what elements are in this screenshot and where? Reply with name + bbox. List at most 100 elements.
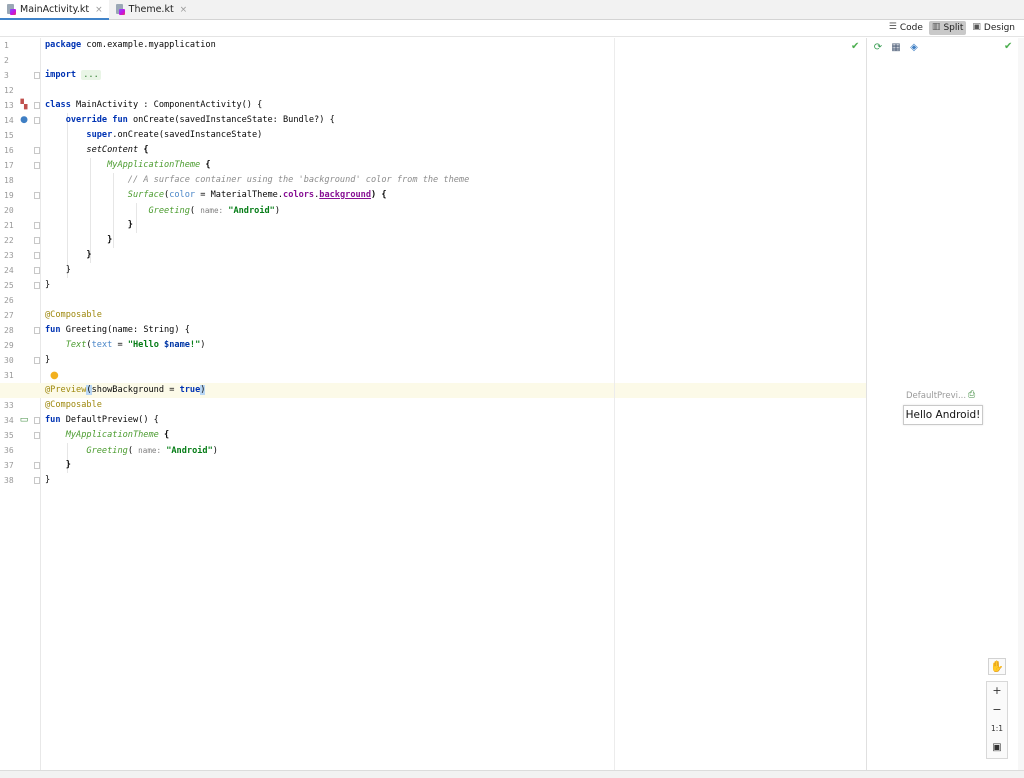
fold-marker[interactable]	[34, 117, 40, 124]
fold-marker[interactable]	[34, 147, 40, 154]
hand-icon[interactable]: ✋	[988, 658, 1006, 675]
code-line: MyApplicationTheme {	[65, 430, 170, 440]
split-mode-label: Split	[943, 22, 964, 33]
line-number: 18	[4, 176, 14, 185]
tab-label: Theme.kt	[128, 4, 174, 15]
code-mode-button[interactable]: ☰ Code	[886, 21, 926, 35]
close-icon[interactable]: ×	[95, 5, 103, 15]
code-line: }	[45, 355, 51, 365]
code-line: @Composable	[45, 310, 102, 320]
zoom-in-button[interactable]: +	[987, 682, 1007, 700]
line-number: 17	[4, 161, 14, 170]
line-number: 33	[4, 401, 14, 410]
folded-imports[interactable]: ...	[81, 70, 101, 80]
fold-marker[interactable]	[34, 252, 40, 259]
fold-marker[interactable]	[34, 327, 40, 334]
refresh-icon[interactable]: ⟳	[872, 42, 884, 54]
deploy-to-device-icon[interactable]: ⎙	[968, 390, 975, 400]
code-line: fun DefaultPreview() {	[45, 415, 159, 425]
interactive-mode-icon[interactable]: ▦	[890, 42, 902, 54]
lightbulb-icon[interactable]: ●	[50, 370, 59, 381]
code-line: }	[86, 250, 92, 260]
fold-marker[interactable]	[34, 477, 40, 484]
editor-gutter[interactable]: 1 2 3 12 13 14 15 16 17 18 19 20 21 22 2…	[0, 38, 41, 770]
line-number: 26	[4, 296, 14, 305]
code-line: @Preview(showBackground = true)	[45, 385, 206, 395]
code-line: Greeting( name: "Android")	[148, 206, 281, 216]
override-method-icon[interactable]: ●	[19, 115, 29, 125]
code-line: }	[65, 265, 71, 275]
code-line: }	[107, 235, 113, 245]
tab-theme[interactable]: Theme.kt ×	[109, 0, 194, 19]
line-number: 3	[4, 71, 9, 80]
split-mode-button[interactable]: ▥ Split	[928, 20, 967, 35]
deploy-to-device-icon[interactable]: ▭	[19, 415, 29, 425]
fold-marker[interactable]	[34, 462, 40, 469]
line-number: 16	[4, 146, 14, 155]
right-margin-guide	[614, 38, 615, 770]
fold-marker[interactable]	[34, 282, 40, 289]
code-line: package com.example.myapplication	[45, 40, 216, 50]
line-number: 37	[4, 461, 14, 470]
line-number: 24	[4, 266, 14, 275]
zoom-to-fit-icon[interactable]: ▣	[987, 739, 1007, 757]
line-number: 27	[4, 311, 14, 320]
fold-marker[interactable]	[34, 357, 40, 364]
code-line: MyApplicationTheme {	[107, 160, 211, 170]
line-number: 13	[4, 101, 14, 110]
parameter-hint: name:	[200, 206, 224, 215]
zoom-out-button[interactable]: −	[987, 701, 1007, 719]
side-tool-strip	[1018, 38, 1024, 770]
fold-marker[interactable]	[34, 417, 40, 424]
layers-icon[interactable]: ◈	[908, 42, 920, 54]
line-number: 29	[4, 341, 14, 350]
design-mode-button[interactable]: ▣ Design	[969, 21, 1018, 35]
code-line: }	[127, 220, 133, 230]
fold-marker[interactable]	[34, 237, 40, 244]
check-icon[interactable]: ✔	[1004, 42, 1012, 52]
fold-marker[interactable]	[34, 432, 40, 439]
code-line: // A surface container using the 'backgr…	[127, 175, 470, 185]
fold-marker[interactable]	[34, 72, 40, 79]
code-mode-label: Code	[899, 22, 923, 33]
line-number: 1	[4, 41, 9, 50]
line-number: 25	[4, 281, 14, 290]
line-number: 35	[4, 431, 14, 440]
code-line: Text(text = "Hello $name!")	[65, 340, 206, 350]
fold-marker[interactable]	[34, 162, 40, 169]
tab-mainactivity[interactable]: MainActivity.kt ×	[0, 0, 109, 20]
split-icon: ▥	[931, 22, 941, 32]
lines-icon: ☰	[888, 22, 897, 32]
fold-marker[interactable]	[34, 102, 40, 109]
code-line: @Composable	[45, 400, 102, 410]
kotlin-file-icon	[115, 4, 125, 15]
kotlin-file-icon	[6, 4, 16, 15]
preview-card[interactable]: Hello Android!	[903, 405, 983, 425]
fold-marker[interactable]	[34, 222, 40, 229]
zoom-actual-size-button[interactable]: 1:1	[987, 720, 1007, 738]
check-icon[interactable]: ✔	[851, 42, 859, 52]
code-line: Surface(color = MaterialTheme.colors.bac…	[127, 190, 387, 200]
preview-card-title: DefaultPrevi...	[906, 391, 967, 401]
line-number: 19	[4, 191, 14, 200]
line-number: 34	[4, 416, 14, 425]
line-number: 2	[4, 56, 9, 65]
view-mode-toolbar: ☰ Code ▥ Split ▣ Design	[0, 19, 1024, 37]
line-number: 12	[4, 86, 14, 95]
line-number: 23	[4, 251, 14, 260]
parameter-hint: name:	[138, 446, 162, 455]
code-line: }	[45, 280, 51, 290]
fold-marker[interactable]	[34, 192, 40, 199]
line-number: 38	[4, 476, 14, 485]
preview-text: Hello Android!	[905, 409, 981, 421]
code-line: setContent {	[86, 145, 149, 155]
line-number: 28	[4, 326, 14, 335]
zoom-controls: + − 1:1 ▣	[986, 681, 1008, 759]
line-number: 36	[4, 446, 14, 455]
fold-marker[interactable]	[34, 267, 40, 274]
tab-label: MainActivity.kt	[20, 4, 90, 15]
code-editor[interactable]: package com.example.myapplication import…	[0, 38, 866, 770]
close-icon[interactable]: ×	[180, 5, 188, 15]
run-activity-icon[interactable]: ▚	[19, 100, 29, 110]
code-line: }	[45, 475, 51, 485]
